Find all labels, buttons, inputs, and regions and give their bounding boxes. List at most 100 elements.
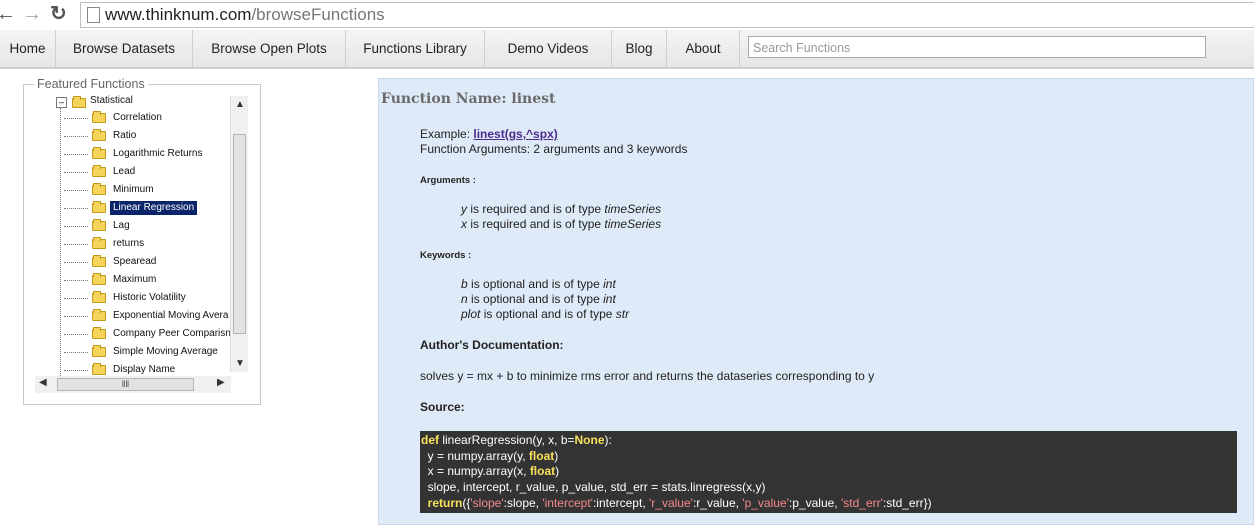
function-detail-panel: Function Name: linest Example: linest(gs…: [378, 78, 1254, 525]
tree-item-label: Linear Regression: [110, 201, 198, 215]
forward-arrow-icon[interactable]: →: [22, 2, 42, 26]
arguments-summary: Function Arguments: 2 arguments and 3 ke…: [420, 142, 688, 156]
arg-type: timeSeries: [604, 217, 662, 231]
tree-item-label: Company Peer Comparisn: [113, 328, 231, 339]
tree-item-label: Exponential Moving Avera: [113, 310, 229, 321]
featured-functions-panel: Featured Functions – Statistical Correla…: [23, 77, 261, 405]
code-text: :slope,: [503, 495, 543, 510]
kw-name: b: [461, 277, 468, 291]
author-doc-heading: Author's Documentation:: [420, 338, 564, 352]
kw-text: is optional and is of type: [480, 307, 616, 321]
code-keyword: float: [529, 464, 556, 479]
arg-type: timeSeries: [604, 202, 662, 216]
tree-item-label: Spearead: [113, 256, 157, 267]
folder-icon: [92, 255, 106, 267]
function-name-title: Function Name: linest: [381, 91, 556, 107]
folder-icon: [92, 273, 106, 285]
nav-home[interactable]: Home: [0, 30, 56, 67]
tree-item-label: returns: [113, 238, 145, 249]
code-text: x = numpy.array(x,: [421, 464, 530, 479]
featured-functions-title: Featured Functions: [34, 77, 148, 91]
kw-type: int: [603, 277, 616, 291]
folder-icon: [92, 291, 106, 303]
keywords-heading: Keywords :: [420, 250, 472, 261]
tree-item-label: Historic Volatility: [113, 292, 186, 303]
keyword-b: b is optional and is of type int: [461, 277, 616, 291]
example-line: Example: linest(gs,^spx): [420, 127, 558, 141]
argument-x: x is required and is of type timeSeries: [461, 217, 661, 231]
collapse-toggle-icon[interactable]: –: [56, 97, 67, 108]
kw-text: is optional and is of type: [467, 277, 604, 291]
browser-address-bar: ← → ↻ www.thinknum.com/browseFunctions: [0, 0, 1254, 31]
tree-line: [60, 108, 61, 378]
folder-icon: [92, 237, 106, 249]
code-text: linearRegression(y, x, b=: [439, 433, 575, 447]
code-text: ): [555, 464, 560, 479]
page-icon: [87, 7, 100, 23]
reload-icon[interactable]: ↻: [50, 2, 67, 26]
scroll-thumb[interactable]: [233, 134, 246, 334]
code-string: 'std_err': [840, 495, 883, 510]
tree-item-label: Correlation: [113, 112, 162, 123]
scroll-down-icon[interactable]: ▼: [235, 358, 245, 369]
function-tree: – Statistical Correlation Ratio Logarith…: [34, 93, 252, 379]
folder-icon: [72, 96, 86, 108]
code-text: ):: [604, 433, 612, 447]
folder-icon: [92, 165, 106, 177]
nav-functions-library[interactable]: Functions Library: [346, 30, 485, 67]
scroll-thumb[interactable]: ‖‖: [57, 378, 194, 391]
example-label: Example:: [420, 127, 471, 141]
scroll-left-icon[interactable]: ◀: [39, 377, 47, 388]
back-arrow-icon[interactable]: ←: [0, 2, 16, 26]
source-heading: Source:: [420, 400, 465, 414]
code-text: :std_err}): [882, 495, 932, 510]
tree-vertical-scrollbar[interactable]: ▲ ▼: [230, 96, 248, 372]
arguments-heading: Arguments :: [420, 175, 476, 186]
tree-item-label: Ratio: [113, 130, 137, 141]
code-text: :p_value,: [788, 495, 841, 510]
example-link[interactable]: linest(gs,^spx): [473, 127, 557, 141]
tree-item-label: Logarithmic Returns: [113, 148, 203, 159]
search-functions-input[interactable]: Search Functions: [748, 36, 1206, 58]
nav-blog[interactable]: Blog: [612, 30, 667, 67]
tree-item-label: Minimum: [113, 184, 154, 195]
nav-demo-videos[interactable]: Demo Videos: [485, 30, 612, 67]
keyword-plot: plot is optional and is of type str: [461, 307, 629, 321]
url-text: www.thinknum.com/browseFunctions: [105, 5, 385, 25]
code-keyword: float: [528, 448, 555, 463]
argument-y: y is required and is of type timeSeries: [461, 202, 661, 216]
code-keyword: return: [421, 495, 463, 510]
code-text: y = numpy.array(y,: [421, 448, 529, 463]
code-line: def linearRegression(y, x, b=None):: [420, 433, 1237, 449]
code-line: slope, intercept, r_value, p_value, std_…: [421, 480, 766, 495]
code-text: :r_value,: [692, 495, 743, 510]
code-string: 'intercept': [542, 495, 593, 510]
code-line: return({'slope':slope, 'intercept':inter…: [420, 496, 1237, 512]
kw-text: is optional and is of type: [467, 292, 604, 306]
scroll-right-icon[interactable]: ▶: [217, 377, 225, 388]
arg-text: is required and is of type: [467, 217, 605, 231]
tree-item-label: Simple Moving Average: [113, 346, 218, 357]
tree-root-statistical[interactable]: Statistical: [90, 95, 133, 106]
code-string: 'slope': [470, 495, 504, 510]
folder-icon: [92, 327, 106, 339]
tree-item-label: Lead: [113, 166, 136, 177]
code-string: 'p_value': [742, 495, 789, 510]
nav-browse-open-plots[interactable]: Browse Open Plots: [193, 30, 346, 67]
nav-browse-datasets[interactable]: Browse Datasets: [56, 30, 193, 67]
arg-text: is required and is of type: [467, 202, 605, 216]
keyword-n: n is optional and is of type int: [461, 292, 616, 306]
nav-about[interactable]: About: [667, 30, 740, 67]
folder-icon: [92, 219, 106, 231]
kw-type: int: [603, 292, 616, 306]
code-keyword: None: [574, 433, 605, 447]
folder-icon: [92, 345, 106, 357]
folder-icon: [92, 309, 106, 321]
url-field[interactable]: www.thinknum.com/browseFunctions: [80, 2, 1254, 28]
scroll-up-icon[interactable]: ▲: [235, 99, 245, 110]
folder-icon: [92, 129, 106, 141]
code-line: x = numpy.array(x, float): [420, 464, 1237, 480]
tree-horizontal-scrollbar[interactable]: ◀ ‖‖ ▶: [35, 376, 231, 393]
folder-icon: [92, 201, 106, 213]
author-doc-text: solves y = mx + b to minimize rms error …: [420, 369, 875, 383]
